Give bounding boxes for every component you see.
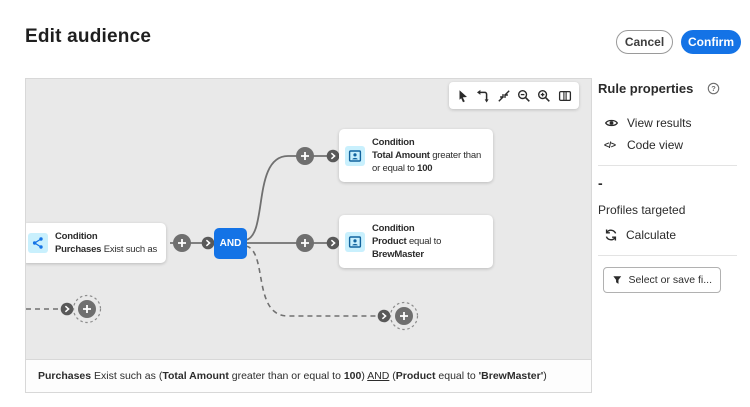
svg-text:?: ? [712, 84, 717, 93]
cancel-button[interactable]: Cancel [616, 30, 673, 54]
node-description: Total Amount greater than or equal to 10… [372, 150, 482, 174]
insert-condition-button[interactable] [296, 147, 314, 165]
calculate-button[interactable]: Calculate [598, 224, 750, 246]
canvas-toolbar [449, 82, 579, 109]
fit-view-icon[interactable] [494, 86, 513, 105]
node-description: Purchases Exist such as [55, 244, 158, 255]
code-view-label: Code view [627, 138, 684, 152]
profile-card-icon [345, 145, 365, 166]
add-condition-placeholder[interactable] [72, 294, 102, 324]
select-or-save-filter-button[interactable]: Select or save fi... [603, 267, 721, 293]
reset-layout-icon[interactable] [474, 86, 493, 105]
panel-title: Rule properties [598, 80, 694, 96]
confirm-button[interactable]: Confirm [681, 30, 741, 54]
refresh-icon [605, 229, 617, 241]
panel-divider [598, 165, 737, 166]
and-operator-node[interactable]: AND [214, 228, 247, 259]
connector-layer [26, 147, 419, 331]
minimap-icon[interactable] [555, 86, 574, 105]
code-view-button[interactable]: </> Code view [598, 134, 750, 156]
panel-divider [598, 255, 737, 256]
view-results-button[interactable]: View results [598, 112, 750, 134]
node-title: Condition [55, 231, 98, 242]
insert-condition-button[interactable] [296, 234, 314, 252]
filter-button-label: Select or save fi... [628, 274, 712, 286]
chevron-handle[interactable] [326, 236, 340, 250]
insert-condition-button[interactable] [173, 234, 191, 252]
view-results-label: View results [627, 116, 692, 130]
profiles-targeted-label: Profiles targeted [598, 203, 686, 217]
rule-properties-panel: Rule properties ? View results </> Code … [598, 80, 750, 293]
zoom-in-icon[interactable] [535, 86, 554, 105]
eye-icon [604, 119, 619, 127]
profiles-count: - [598, 175, 603, 191]
calculate-label: Calculate [626, 228, 677, 242]
rule-summary-text: Purchases Exist such as (Total Amount gr… [38, 370, 547, 382]
page-title: Edit audience [25, 26, 152, 47]
chevron-handle[interactable] [326, 149, 340, 163]
condition-node-purchases[interactable]: Condition Purchases Exist such as [26, 223, 167, 263]
help-icon[interactable]: ? [707, 82, 720, 95]
add-condition-placeholder[interactable] [389, 301, 419, 331]
condition-node-product[interactable]: Condition Product equal to BrewMaster [339, 215, 493, 268]
rule-builder-canvas[interactable]: Condition Purchases Exist such as AND Co… [25, 78, 592, 393]
node-description: Product equal to BrewMaster [372, 236, 442, 260]
share-network-icon [28, 233, 48, 253]
zoom-out-icon[interactable] [515, 86, 534, 105]
filter-funnel-icon [613, 276, 622, 284]
edge-and-to-total-amount [245, 155, 344, 241]
condition-node-total-amount[interactable]: Condition Total Amount greater than or e… [339, 129, 493, 182]
chevron-handle[interactable] [377, 309, 391, 323]
profile-card-icon [345, 231, 365, 252]
select-tool-pointer-icon[interactable] [454, 86, 473, 105]
chevron-handle[interactable] [60, 302, 74, 316]
node-title: Condition [372, 137, 415, 148]
node-title: Condition [372, 223, 415, 234]
chevron-handle[interactable] [201, 236, 215, 250]
code-icon: </> [604, 140, 616, 150]
rule-summary-bar: Purchases Exist such as (Total Amount gr… [26, 359, 591, 392]
